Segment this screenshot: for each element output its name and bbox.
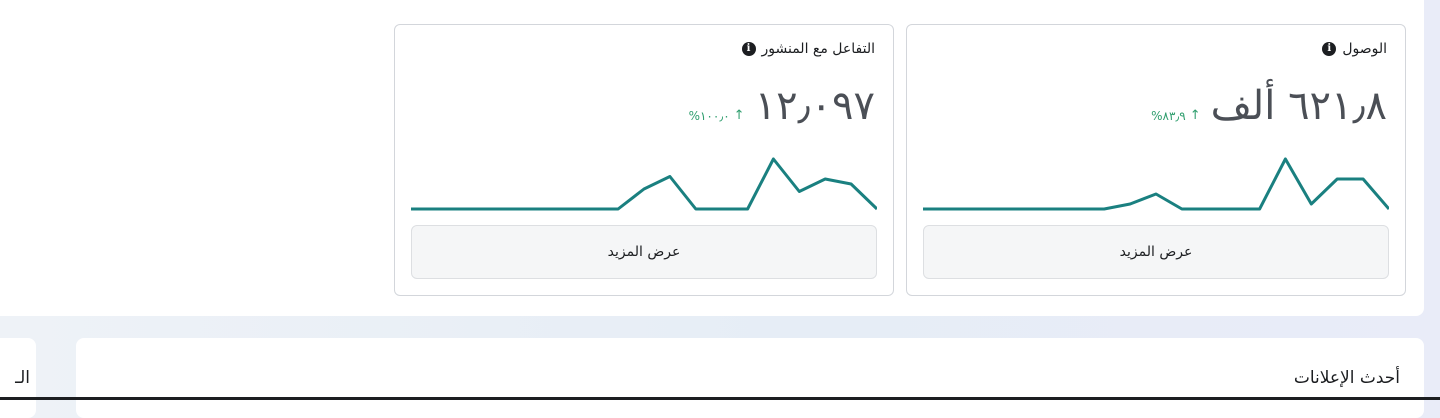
latest-ads-title: أحدث الإعلانات xyxy=(1293,368,1400,388)
arrow-up-icon: ↑ xyxy=(1189,108,1201,123)
engagement-sparkline xyxy=(411,157,877,211)
sparkline-series xyxy=(411,157,877,211)
engagement-value: ١٢٫٠٩٧ xyxy=(754,83,875,129)
engagement-change-value: ١٠٠٫٠% xyxy=(688,108,730,123)
reach-metric: ٦٢١٫٨ ألف ↑ ٨٣٫٩% xyxy=(1151,83,1387,129)
engagement-see-more-button[interactable]: عرض المزيد xyxy=(411,225,877,279)
sparkline-series xyxy=(923,157,1389,211)
reach-change-value: ٨٣٫٩% xyxy=(1151,108,1186,123)
engagement-metric: ١٢٫٠٩٧ ↑ ١٠٠٫٠% xyxy=(689,83,875,129)
engagement-card: التفاعل مع المنشور i ١٢٫٠٩٧ ↑ ١٠٠٫٠% عرض… xyxy=(394,24,894,296)
reach-value: ٦٢١٫٨ ألف xyxy=(1210,83,1387,129)
arrow-up-icon: ↑ xyxy=(733,108,745,123)
reach-change: ↑ ٨٣٫٩% xyxy=(1151,108,1201,123)
reach-card-title: الوصول i xyxy=(1322,41,1387,57)
insights-panel: الوصول i ٦٢١٫٨ ألف ↑ ٨٣٫٩% عرض المزيد ال… xyxy=(0,0,1424,316)
reach-card: الوصول i ٦٢١٫٨ ألف ↑ ٨٣٫٩% عرض المزيد xyxy=(906,24,1406,296)
reach-sparkline xyxy=(923,157,1389,211)
left-panel: الـ xyxy=(0,338,36,418)
left-panel-title: الـ xyxy=(15,368,30,388)
engagement-card-title: التفاعل مع المنشور i xyxy=(741,41,876,57)
reach-see-more-button[interactable]: عرض المزيد xyxy=(923,225,1389,279)
engagement-change: ↑ ١٠٠٫٠% xyxy=(689,108,745,123)
engagement-title-label: التفاعل مع المنشور xyxy=(761,41,876,57)
latest-ads-panel: أحدث الإعلانات xyxy=(76,338,1424,418)
info-icon[interactable]: i xyxy=(1322,42,1337,56)
reach-title-label: الوصول xyxy=(1342,41,1387,57)
info-icon[interactable]: i xyxy=(741,42,756,56)
